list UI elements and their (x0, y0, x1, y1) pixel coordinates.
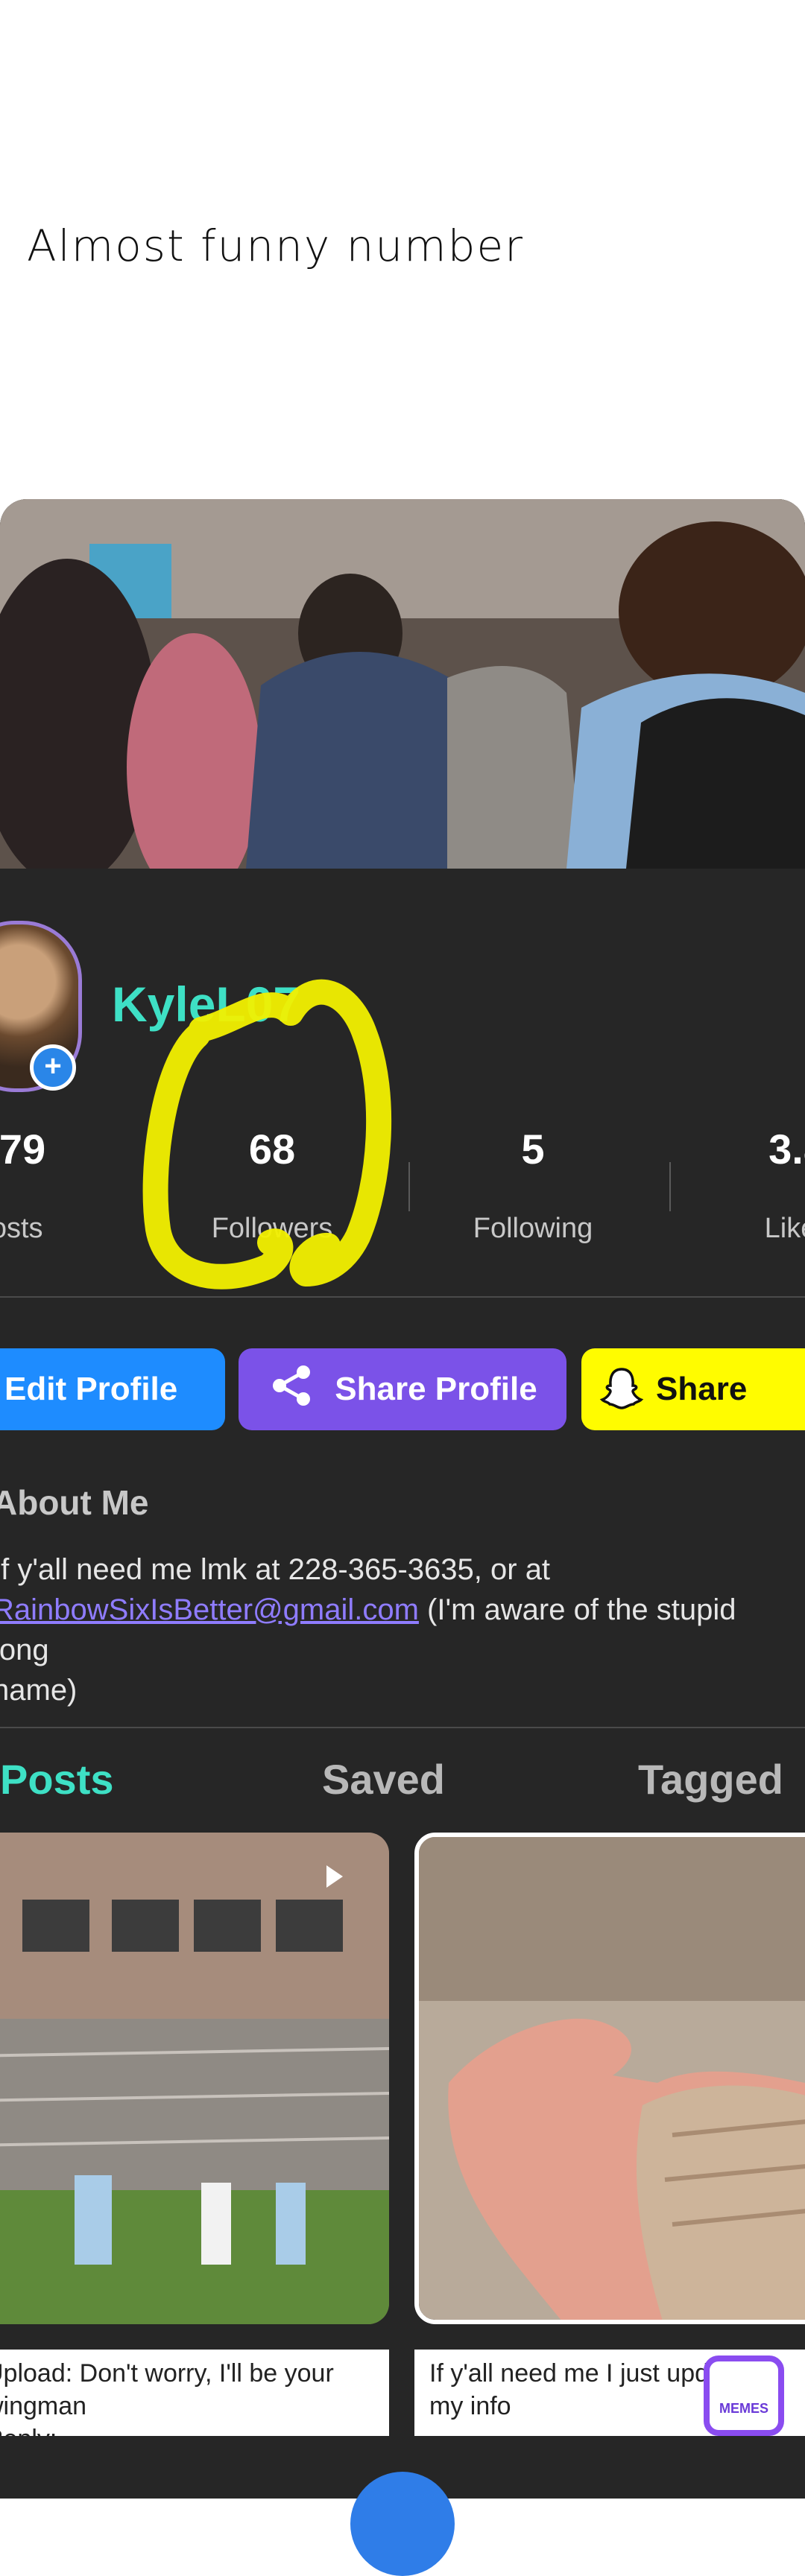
memes-watermark-icon: MEMES (704, 2355, 784, 2436)
post-thumbnail[interactable] (0, 1833, 389, 2324)
share-profile-label: Share Profile (335, 1371, 537, 1407)
create-post-button[interactable] (350, 2472, 455, 2576)
snapchat-share-button[interactable]: Share (581, 1348, 805, 1430)
divider (0, 1727, 805, 1728)
share-icon (268, 1362, 315, 1418)
edit-profile-button[interactable]: Edit Profile (0, 1348, 225, 1430)
about-body: If y'all need me lmk at 228-365-3635, or… (0, 1549, 798, 1710)
post-thumbnail[interactable] (414, 1833, 805, 2324)
video-play-icon (321, 1859, 350, 1889)
snapchat-share-label: Share (656, 1371, 748, 1407)
meme-caption: Almost funny number (27, 221, 524, 271)
about-line-3: name) (0, 1674, 78, 1707)
tab-posts[interactable]: Posts (0, 1755, 114, 1803)
edit-profile-label: Edit Profile (4, 1371, 178, 1407)
highlight-circle-annotation (0, 499, 805, 1397)
profile-screenshot: + KyleL07 79 Posts 68 Followers 5 Follow… (0, 499, 805, 2499)
about-email-link[interactable]: RainbowSixIsBetter@gmail.com (0, 1593, 419, 1626)
tab-saved[interactable]: Saved (322, 1755, 445, 1803)
watermark-label: MEMES (719, 2401, 768, 2416)
tab-tagged[interactable]: Tagged (638, 1755, 783, 1803)
about-line-1: If y'all need me lmk at 228-365-3635, or… (0, 1553, 551, 1586)
snapchat-ghost-icon (598, 1365, 645, 1421)
divider (0, 1296, 805, 1298)
about-heading: About Me (0, 1483, 149, 1522)
share-profile-button[interactable]: Share Profile (239, 1348, 566, 1430)
